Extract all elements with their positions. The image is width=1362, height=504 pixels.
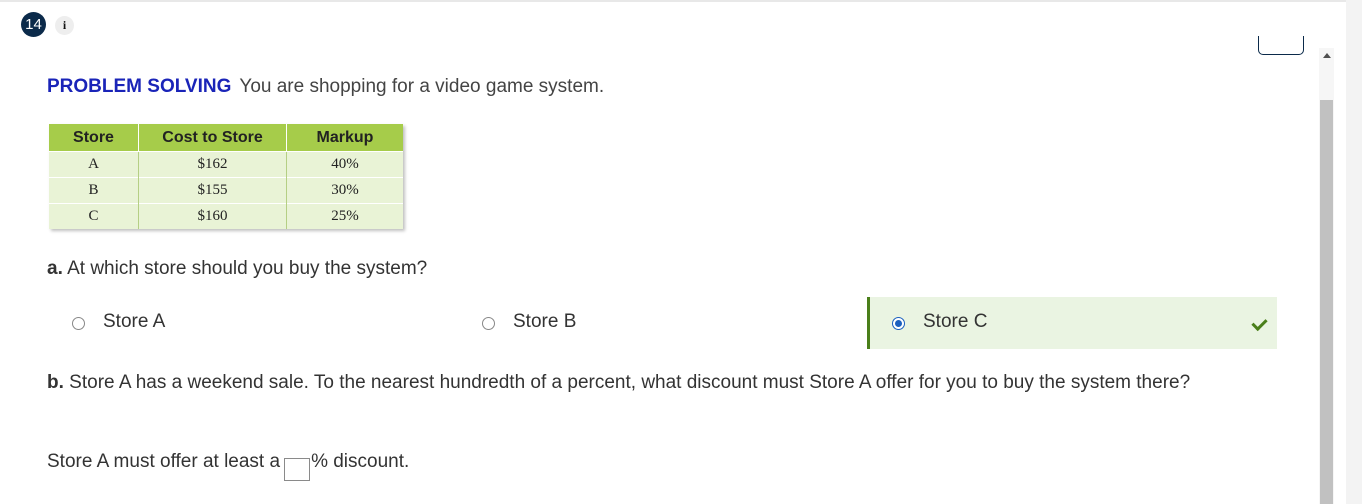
option-store-c-selected[interactable]: Store C: [867, 297, 1277, 349]
table-cell: $155: [138, 177, 287, 204]
part-b-text: Store A has a weekend sale. To the neare…: [69, 372, 1191, 393]
option-label: Store A: [103, 311, 166, 332]
radio-button[interactable]: [72, 317, 85, 330]
column-header-markup: Markup: [286, 124, 403, 152]
table-row: B $155 30%: [49, 177, 403, 204]
table-cell: $160: [138, 203, 287, 229]
table-cell: A: [49, 151, 139, 178]
part-a-question: a. At which store should you buy the sys…: [47, 258, 427, 280]
answer-prefix: Store A must offer at least a: [47, 451, 281, 472]
table-header-row: Store Cost to Store Markup: [49, 124, 403, 152]
problem-prompt: PROBLEM SOLVING You are shopping for a vi…: [47, 76, 604, 98]
part-b-label: b.: [47, 372, 64, 393]
part-a-text: At which store should you buy the system…: [67, 258, 428, 279]
table-cell: 40%: [286, 151, 403, 178]
scroll-up-icon[interactable]: [1323, 53, 1331, 58]
radio-button-selected[interactable]: [892, 317, 905, 330]
column-header-store: Store: [49, 124, 139, 152]
table-cell: 30%: [286, 177, 403, 204]
part-b-question: b. Store A has a weekend sale. To the ne…: [47, 372, 1190, 394]
store-price-table: Store Cost to Store Markup A $162 40% B …: [49, 124, 403, 229]
table-cell: $162: [138, 151, 287, 178]
panel-tab[interactable]: [1258, 36, 1304, 55]
table-row: A $162 40%: [49, 151, 403, 178]
scrollbar-thumb[interactable]: [1320, 100, 1333, 504]
top-border: [0, 0, 1346, 2]
info-icon[interactable]: i: [55, 16, 74, 35]
discount-input[interactable]: [284, 457, 311, 481]
problem-tag: PROBLEM SOLVING: [47, 76, 232, 97]
column-header-cost: Cost to Store: [138, 124, 287, 152]
option-store-a[interactable]: Store A: [47, 297, 457, 349]
checkmark-icon: [1251, 314, 1268, 332]
table-cell: B: [49, 177, 139, 204]
table-row: C $160 25%: [49, 203, 403, 229]
table-cell: 25%: [286, 203, 403, 229]
window-edge: [1346, 0, 1362, 504]
part-a-label: a.: [47, 258, 63, 279]
answer-sentence: Store A must offer at least a % discount.: [47, 451, 409, 481]
option-label: Store C: [923, 311, 988, 332]
radio-button[interactable]: [482, 317, 495, 330]
option-store-b[interactable]: Store B: [457, 297, 867, 349]
problem-text: You are shopping for a video game system…: [239, 76, 605, 97]
question-number-badge: 14: [21, 12, 46, 37]
table-cell: C: [49, 203, 139, 229]
answer-suffix: % discount.: [311, 451, 410, 472]
option-label: Store B: [513, 311, 577, 332]
